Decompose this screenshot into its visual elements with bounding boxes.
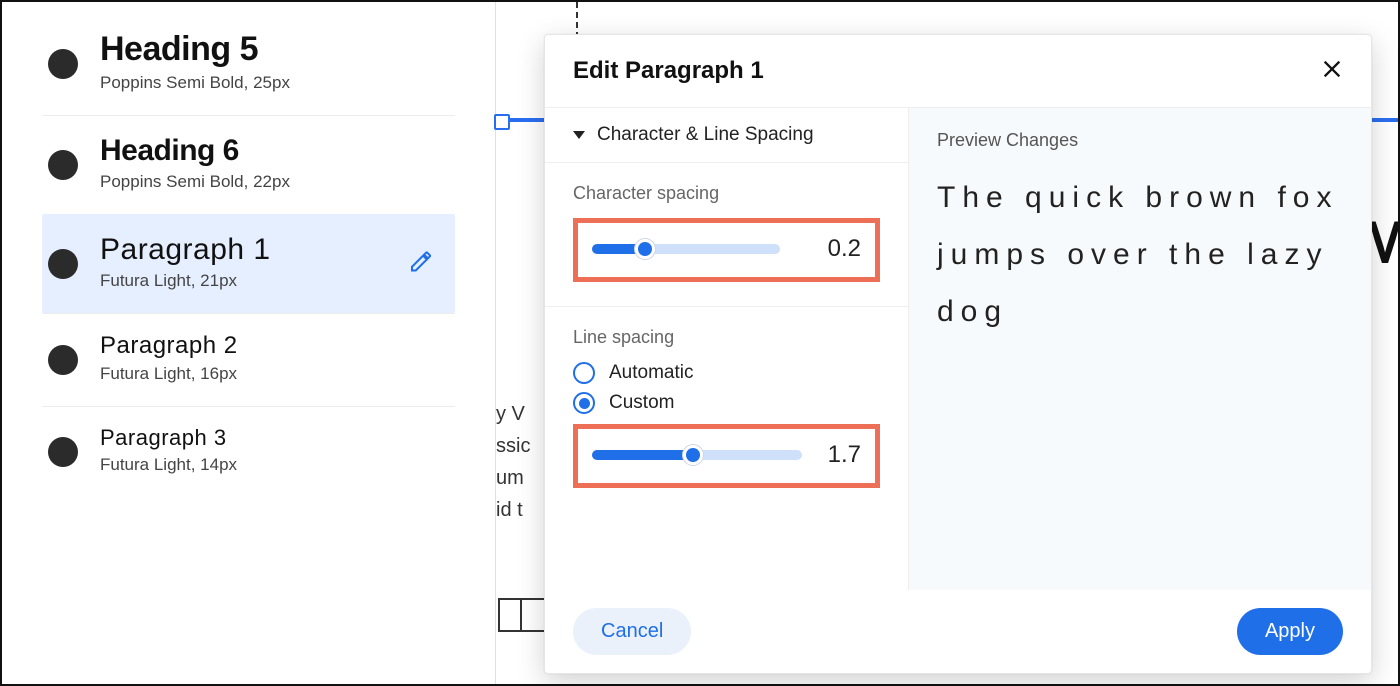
- line-spacing-custom-radio[interactable]: Custom: [573, 392, 880, 414]
- character-spacing-slider[interactable]: [592, 244, 780, 254]
- text-style-item[interactable]: Paragraph 1 Futura Light, 21px: [42, 214, 455, 313]
- close-icon: [1321, 58, 1343, 80]
- settings-pane: Character & Line Spacing Character spaci…: [545, 108, 909, 590]
- bullet-icon: [48, 150, 78, 180]
- character-spacing-highlight: 0.2: [573, 218, 880, 282]
- style-meta: Poppins Semi Bold, 25px: [100, 73, 290, 93]
- background-boxes: [498, 598, 546, 632]
- text-style-item[interactable]: Paragraph 3 Futura Light, 14px: [42, 406, 455, 497]
- style-title: Heading 6: [100, 134, 290, 168]
- line-spacing-value: 1.7: [828, 441, 861, 469]
- pencil-icon: [409, 250, 433, 274]
- radio-icon: [573, 392, 595, 414]
- edit-paragraph-modal: Edit Paragraph 1 Character & Line Spacin…: [544, 34, 1372, 674]
- background-text: y V ssic um id t: [496, 398, 530, 526]
- bullet-icon: [48, 249, 78, 279]
- text-style-item[interactable]: Heading 5 Poppins Semi Bold, 25px: [42, 12, 455, 115]
- style-title: Paragraph 3: [100, 425, 237, 451]
- section-toggle[interactable]: Character & Line Spacing: [545, 108, 908, 163]
- radio-label-custom: Custom: [609, 392, 674, 414]
- style-title: Paragraph 1: [100, 233, 271, 267]
- preview-pane: Preview Changes The quick brown fox jump…: [909, 108, 1371, 590]
- bullet-icon: [48, 49, 78, 79]
- style-title: Heading 5: [100, 30, 290, 69]
- line-spacing-label: Line spacing: [573, 327, 880, 348]
- bullet-icon: [48, 437, 78, 467]
- bullet-icon: [48, 345, 78, 375]
- text-style-item[interactable]: Paragraph 2 Futura Light, 16px: [42, 313, 455, 406]
- close-button[interactable]: [1321, 58, 1343, 85]
- style-meta: Futura Light, 16px: [100, 364, 238, 384]
- radio-label-auto: Automatic: [609, 362, 693, 384]
- character-spacing-label: Character spacing: [573, 183, 880, 204]
- line-spacing-highlight: 1.7: [573, 424, 880, 488]
- apply-button[interactable]: Apply: [1237, 608, 1343, 655]
- preview-label: Preview Changes: [937, 130, 1343, 151]
- text-style-item[interactable]: Heading 6 Poppins Semi Bold, 22px: [42, 115, 455, 214]
- edit-button[interactable]: [409, 250, 433, 279]
- style-meta: Futura Light, 21px: [100, 271, 271, 291]
- style-meta: Futura Light, 14px: [100, 455, 237, 475]
- character-spacing-value: 0.2: [828, 235, 861, 263]
- line-spacing-auto-radio[interactable]: Automatic: [573, 362, 880, 384]
- line-spacing-slider[interactable]: [592, 450, 802, 460]
- style-meta: Poppins Semi Bold, 22px: [100, 172, 290, 192]
- preview-text: The quick brown fox jumps over the lazy …: [937, 169, 1343, 340]
- radio-icon: [573, 362, 595, 384]
- text-styles-sidebar: Heading 5Poppins Semi Bold, 25pxHeading …: [2, 2, 496, 684]
- style-title: Paragraph 2: [100, 332, 238, 360]
- cancel-button[interactable]: Cancel: [573, 608, 691, 655]
- section-label: Character & Line Spacing: [597, 124, 814, 146]
- modal-title: Edit Paragraph 1: [573, 57, 764, 85]
- chevron-down-icon: [573, 131, 585, 139]
